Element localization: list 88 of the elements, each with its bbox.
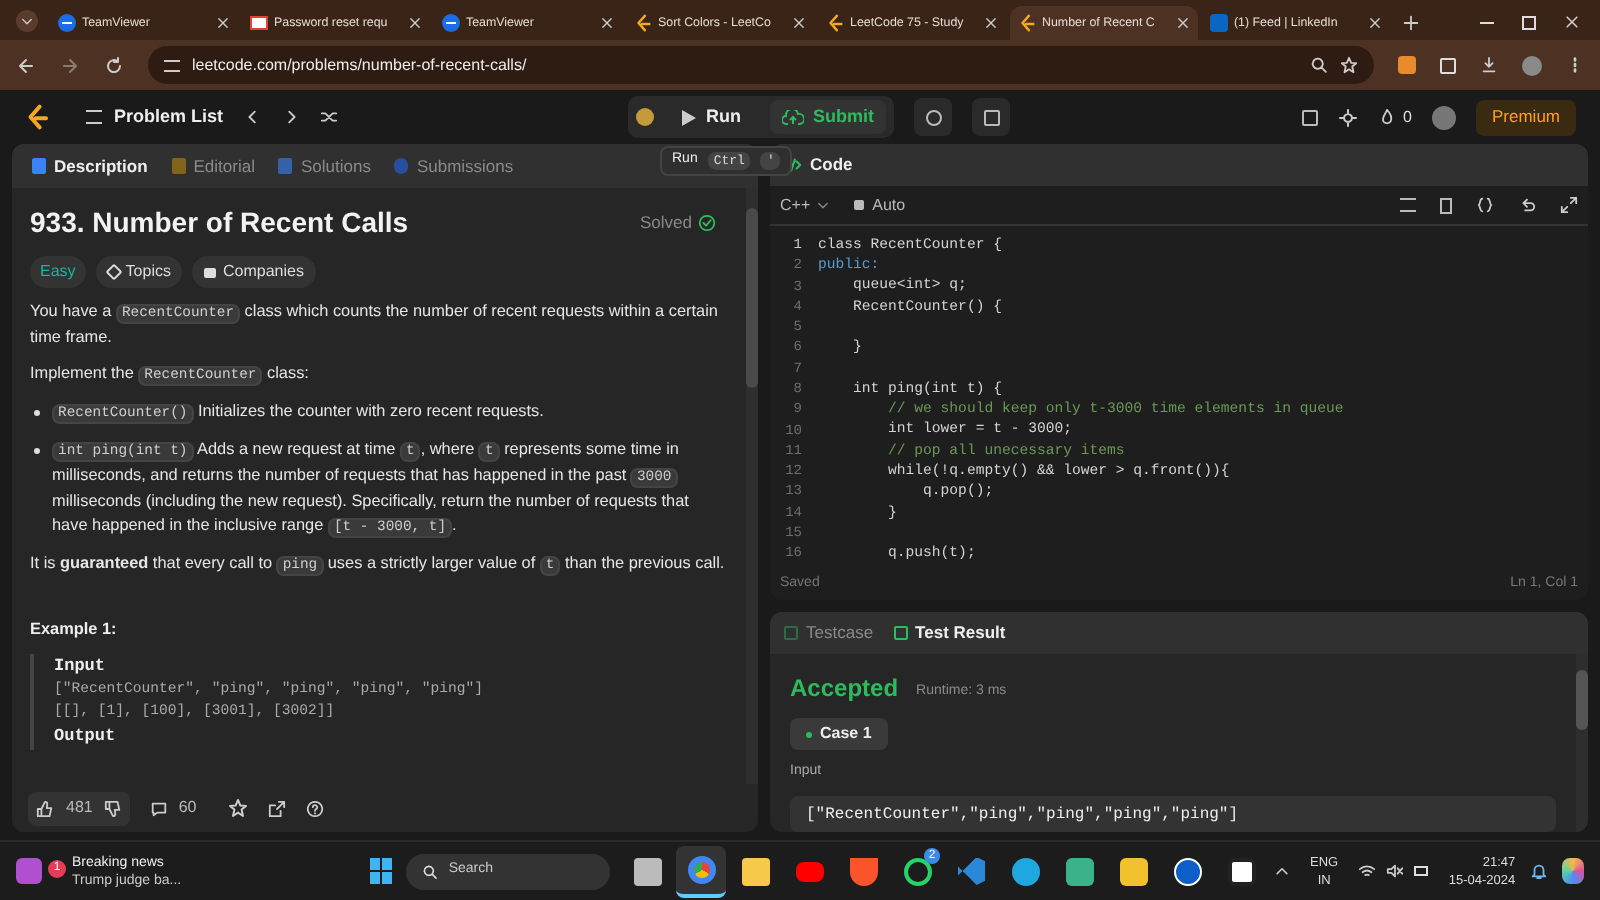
settings-icon[interactable] [1337,107,1358,127]
output-label: Output [54,724,118,750]
thumbs-up-icon[interactable] [36,799,54,817]
cloud-upload-icon [781,109,804,125]
alarm-button[interactable] [914,98,953,136]
language-select[interactable]: C++ [780,193,831,217]
close-icon[interactable] [216,16,230,30]
submit-button[interactable]: Submit [769,100,887,134]
checkbox-icon [784,626,798,640]
news-icon[interactable] [16,858,42,884]
note-button[interactable] [972,98,1011,136]
chevron-down-icon [816,198,831,212]
back-icon[interactable] [16,55,36,75]
document-icon [32,158,46,174]
close-icon[interactable] [1176,16,1190,30]
mode-label: Auto [872,193,906,217]
panel-title: Code [810,152,853,178]
close-icon[interactable] [600,16,614,30]
battery-icon[interactable] [1414,866,1429,876]
thumbs-down-icon[interactable] [104,799,123,817]
restore-icon[interactable] [1522,15,1536,29]
zoom-icon[interactable] [1310,56,1328,74]
tag-button[interactable]: Topics [95,256,183,288]
new-tab-icon[interactable] [1402,14,1420,32]
close-icon[interactable] [1368,16,1382,30]
address-field[interactable]: leetcode.com/problems/number-of-recent-calls/ [148,46,1374,84]
bullet-icon [34,410,40,416]
wifi-icon[interactable] [1358,862,1377,880]
download-icon[interactable] [1480,56,1498,74]
verdict-text: Accepted [790,672,899,706]
streak-count: 0 [1403,105,1412,129]
run-button[interactable]: Run [670,103,754,131]
list-icon [86,110,102,124]
forward-icon[interactable] [60,55,80,75]
panel-tab[interactable]: Submissions [394,153,514,179]
panel-tab[interactable]: Testcase [784,620,874,646]
problem-title: 933. Number of Recent Calls [30,204,409,242]
tag-icon [105,263,123,281]
close-icon[interactable] [408,16,422,30]
undo-icon[interactable] [1518,196,1536,214]
minimize-icon[interactable] [1480,21,1494,23]
url-text: leetcode.com/problems/number-of-recent-calls/ [192,53,527,77]
comment-icon[interactable] [150,799,169,817]
difficulty-badge[interactable]: Easy [30,256,86,288]
like-count: 481 [66,796,93,820]
shuffle-icon[interactable] [319,108,338,126]
input-label: Input [54,654,108,681]
expand-icon[interactable] [1560,196,1578,214]
problem-list-button[interactable]: Problem List [86,103,224,131]
share-icon[interactable] [268,799,287,817]
input-value-box: ["RecentCounter","ping","ping","ping","ping"] [790,795,1556,831]
close-icon[interactable] [1564,14,1580,30]
bullet-icon [34,448,40,454]
terminal-icon [893,626,908,640]
search-icon [422,863,439,879]
comment-count: 60 [178,796,197,820]
star-icon[interactable] [1340,56,1358,74]
panel-tab[interactable]: Test Result [893,620,1006,646]
panel-tab[interactable]: Description [32,153,148,179]
note-icon [983,109,1000,125]
panel-tab[interactable]: Solutions [278,153,371,179]
panel-tab[interactable]: Editorial [171,153,255,179]
folder-icon [741,857,770,885]
tiles-icon [1065,857,1094,885]
chevron-down-icon [20,14,34,28]
close-icon[interactable] [792,16,806,30]
tab-search-button[interactable] [16,10,38,32]
speaker-muted-icon[interactable] [1386,862,1405,880]
example-heading: Example 1: [30,618,119,642]
envelope-icon [250,16,268,30]
case-tab[interactable]: Case 1 [790,718,888,750]
chevron-up-icon[interactable] [1274,863,1291,879]
bell-icon[interactable] [1529,862,1548,880]
tag-button[interactable]: Companies [192,256,316,288]
solved-status: Solved [640,210,692,236]
format-icon[interactable] [1400,198,1416,212]
chevron-left-icon[interactable] [243,108,262,126]
help-icon[interactable] [306,799,325,817]
extension-icon[interactable] [1398,56,1416,74]
taskbar-app-button[interactable] [676,845,727,897]
reload-icon[interactable] [104,55,124,75]
braces-icon[interactable] [1476,196,1494,214]
star-icon[interactable] [228,798,249,818]
premium-button[interactable]: Premium [1476,99,1577,135]
avatar-icon[interactable] [1522,55,1542,75]
windows-start-icon[interactable] [369,858,393,884]
close-icon[interactable] [984,16,998,30]
avatar-icon[interactable] [1432,105,1456,129]
